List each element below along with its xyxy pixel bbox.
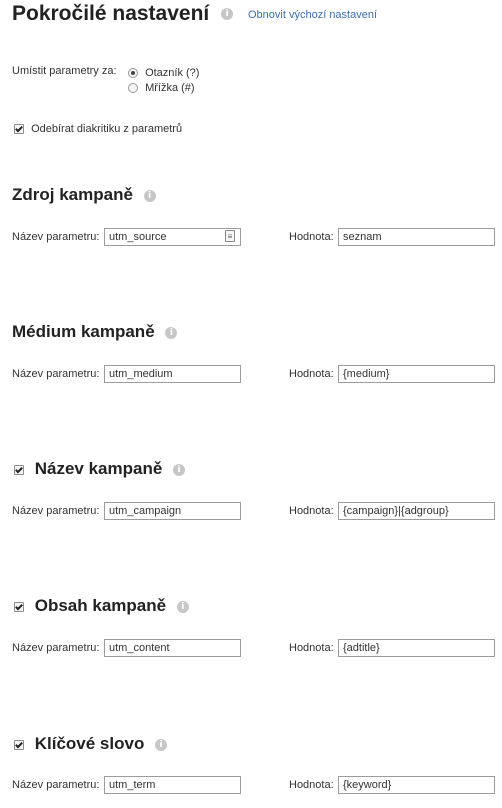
section-title-content-text: Obsah kampaně bbox=[34, 596, 167, 615]
info-icon[interactable]: i bbox=[221, 8, 234, 21]
info-icon[interactable]: i bbox=[155, 738, 168, 751]
section-title-keyword: Klíčové slovo i bbox=[14, 733, 168, 755]
param-label-campaign: Název parametru: bbox=[12, 505, 100, 517]
param-label-keyword: Název parametru: bbox=[12, 779, 100, 791]
section-title-keyword-text: Klíčové slovo bbox=[34, 734, 145, 753]
radio-hash-input[interactable] bbox=[128, 83, 138, 94]
info-icon[interactable]: i bbox=[173, 463, 186, 476]
param-input-medium[interactable] bbox=[104, 365, 241, 383]
value-label-keyword: Hodnota: bbox=[289, 779, 334, 791]
value-label-medium: Hodnota: bbox=[289, 368, 334, 380]
section-title-medium: Médium kampaně i bbox=[12, 321, 178, 343]
info-icon[interactable]: i bbox=[176, 600, 189, 613]
reset-defaults-link[interactable]: Obnovit výchozí nastavení bbox=[248, 9, 377, 21]
strip-diacritics-label: Odebírat diakritiku z parametrů bbox=[31, 123, 183, 135]
strip-diacritics-option[interactable]: Odebírat diakritiku z parametrů bbox=[14, 123, 182, 135]
value-input-keyword[interactable] bbox=[338, 776, 495, 794]
info-icon[interactable]: i bbox=[165, 326, 178, 339]
param-input-campaign[interactable] bbox=[104, 502, 241, 520]
radio-question-mark[interactable]: Otazník (?) bbox=[128, 67, 199, 79]
value-input-source[interactable] bbox=[338, 228, 495, 246]
section-title-source: Zdroj kampaně i bbox=[12, 184, 156, 206]
campaign-checkbox[interactable] bbox=[14, 464, 24, 475]
strip-diacritics-checkbox[interactable] bbox=[14, 124, 24, 135]
value-input-medium[interactable] bbox=[338, 365, 495, 383]
keyword-checkbox[interactable] bbox=[14, 739, 24, 750]
contact-card-icon[interactable]: ≡ bbox=[225, 230, 235, 242]
param-label-medium: Název parametru: bbox=[12, 368, 100, 380]
radio-hash[interactable]: Mřížka (#) bbox=[128, 82, 195, 94]
param-input-content[interactable] bbox=[104, 639, 241, 657]
param-label-source: Název parametru: bbox=[12, 231, 100, 243]
param-input-source[interactable] bbox=[104, 228, 241, 246]
page-title-text: Pokročilé nastavení bbox=[12, 2, 210, 25]
value-label-content: Hodnota: bbox=[289, 642, 334, 654]
param-label-content: Název parametru: bbox=[12, 642, 100, 654]
placement-label: Umístit parametry za: bbox=[12, 65, 117, 77]
radio-question-mark-label: Otazník (?) bbox=[145, 67, 200, 79]
info-icon[interactable]: i bbox=[143, 189, 156, 202]
value-input-content[interactable] bbox=[338, 639, 495, 657]
radio-hash-label: Mřížka (#) bbox=[145, 82, 195, 94]
radio-question-mark-input[interactable] bbox=[128, 68, 138, 79]
section-title-medium-text: Médium kampaně bbox=[12, 322, 155, 341]
section-title-source-text: Zdroj kampaně bbox=[12, 185, 133, 204]
value-input-campaign[interactable] bbox=[338, 502, 495, 520]
value-label-source: Hodnota: bbox=[289, 231, 334, 243]
content-checkbox[interactable] bbox=[14, 601, 24, 612]
page-title: Pokročilé nastavení i bbox=[12, 0, 234, 28]
param-input-keyword[interactable] bbox=[104, 776, 241, 794]
section-title-content: Obsah kampaně i bbox=[14, 595, 189, 617]
section-title-campaign-text: Název kampaně bbox=[34, 459, 163, 478]
section-title-campaign: Název kampaně i bbox=[14, 458, 186, 480]
value-label-campaign: Hodnota: bbox=[289, 505, 334, 517]
